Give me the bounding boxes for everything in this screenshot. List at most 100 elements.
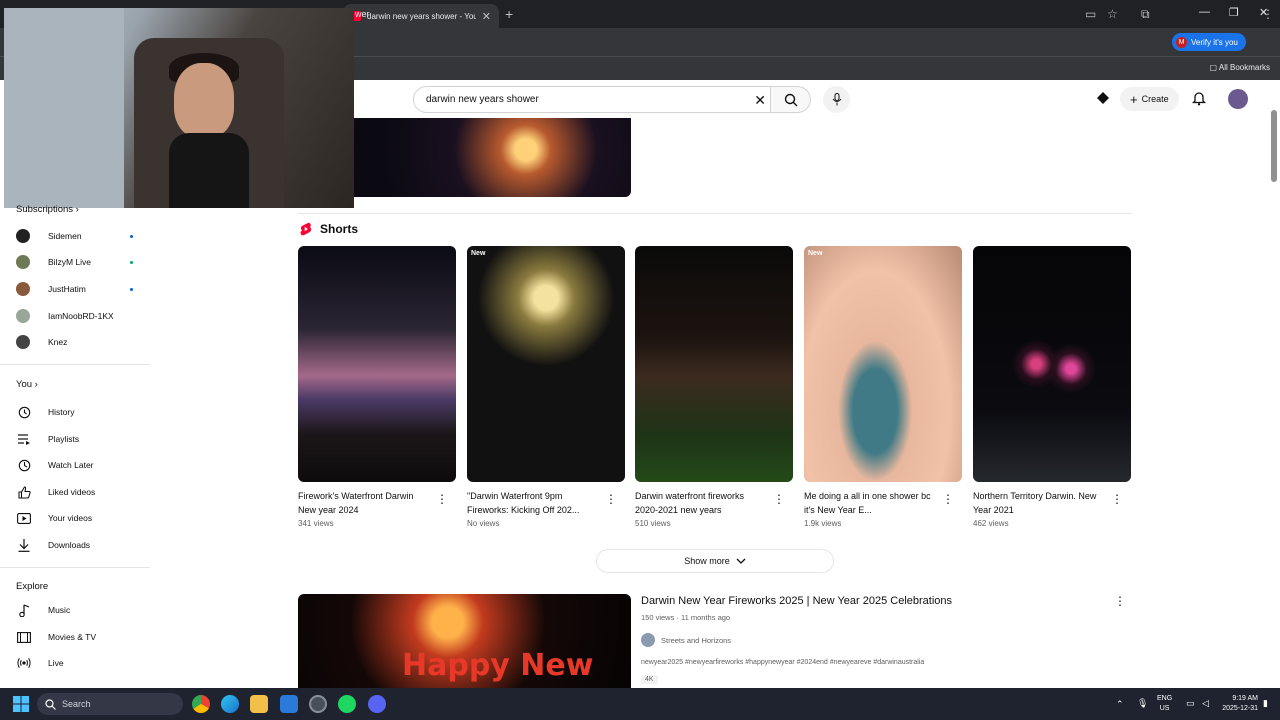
sidebar: Subscriptions › Sidemen BilzyM Live Just…: [0, 204, 150, 688]
more-options-icon[interactable]: ⋮: [1111, 492, 1123, 506]
spotify-app-icon[interactable]: [338, 695, 356, 713]
new-tab-icon[interactable]: +: [505, 6, 513, 22]
sidebar-channel-justhatim[interactable]: JustHatim: [16, 279, 141, 299]
short-title[interactable]: Firework's Waterfront Darwin New year 20…: [298, 489, 430, 517]
discord-app-icon[interactable]: [368, 695, 386, 713]
short-card[interactable]: New Me doing a all in one shower bc it's…: [804, 246, 962, 528]
short-thumbnail[interactable]: [635, 246, 793, 482]
search-button[interactable]: [771, 86, 811, 113]
more-options-icon[interactable]: ⋮: [942, 492, 954, 506]
taskbar-search[interactable]: Search: [37, 693, 183, 715]
windows-taskbar: Search ⌃ 🎙 ENG US ▭ ◁ 9:19 AM 2025-12-31…: [0, 688, 1280, 720]
video-channel[interactable]: Streets and Horizons: [641, 633, 731, 647]
video-thumbnail-previous[interactable]: [354, 118, 631, 197]
short-card[interactable]: Firework's Waterfront Darwin New year 20…: [298, 246, 456, 528]
all-bookmarks-link[interactable]: ▢ All Bookmarks: [1210, 63, 1270, 72]
film-icon: [16, 629, 32, 645]
verify-label: Verify it's you: [1191, 37, 1238, 47]
voice-search-button[interactable]: [823, 86, 850, 113]
sidebar-channel-sidemen[interactable]: Sidemen: [16, 226, 141, 246]
language-indicator[interactable]: ENG US: [1157, 694, 1172, 714]
more-options-icon[interactable]: ⋮: [1114, 594, 1126, 608]
you-heading[interactable]: You ›: [16, 379, 38, 390]
sidebar-item-your-videos[interactable]: Your videos: [16, 508, 141, 528]
channel-avatar: [16, 309, 30, 323]
short-thumbnail[interactable]: [298, 246, 456, 482]
edge-app-icon[interactable]: [221, 695, 239, 713]
verify-button[interactable]: M Verify it's you: [1172, 33, 1246, 51]
shorts-heading: Shorts: [300, 222, 358, 236]
short-thumbnail[interactable]: New: [804, 246, 962, 482]
notifications-bell-icon[interactable]: [1191, 91, 1207, 111]
bookmark-star-icon[interactable]: ☆: [1107, 7, 1118, 21]
extensions-icon[interactable]: ⧉: [1141, 7, 1150, 22]
video-thumbnail[interactable]: Happy New: [298, 594, 631, 688]
short-title[interactable]: Northern Territory Darwin. New Year 2021: [973, 489, 1105, 517]
short-card[interactable]: Northern Territory Darwin. New Year 2021…: [973, 246, 1131, 528]
calculator-app-icon[interactable]: [280, 695, 298, 713]
short-views: 462 views: [973, 519, 1009, 528]
sidebar-channel-bilzym[interactable]: BilzyM Live: [16, 252, 141, 272]
tray-microphone-icon[interactable]: 🎙: [1137, 698, 1148, 708]
plus-icon: +: [1130, 91, 1138, 107]
sidebar-item-history[interactable]: History: [16, 402, 141, 422]
sidebar-item-movies-tv[interactable]: Movies & TV: [16, 627, 141, 647]
microphone-icon: [832, 93, 841, 106]
restore-icon[interactable]: ❐: [1229, 6, 1239, 19]
network-icon[interactable]: ▭: [1186, 698, 1195, 708]
short-thumbnail[interactable]: [973, 246, 1131, 482]
short-card[interactable]: Darwin waterfront fireworks 2020-2021 ne…: [635, 246, 793, 528]
sidebar-item-downloads[interactable]: Downloads: [16, 535, 141, 555]
sidebar-channel-knez[interactable]: Knez: [16, 332, 141, 352]
shorts-logo-icon: [300, 222, 312, 236]
create-button[interactable]: + Create: [1120, 87, 1179, 111]
chrome-app-icon[interactable]: [192, 695, 210, 713]
more-options-icon[interactable]: ⋮: [605, 492, 617, 506]
scrollbar-thumb[interactable]: [1271, 110, 1277, 182]
short-thumbnail[interactable]: New: [467, 246, 625, 482]
sidebar-item-playlists[interactable]: Playlists: [16, 429, 141, 449]
video-title[interactable]: Darwin New Year Fireworks 2025 | New Yea…: [641, 595, 952, 607]
browser-menu-icon[interactable]: ⋮: [1262, 7, 1274, 21]
short-title[interactable]: Darwin waterfront fireworks 2020-2021 ne…: [635, 489, 767, 517]
subscriptions-heading[interactable]: Subscriptions ›: [16, 204, 79, 215]
short-card[interactable]: New "Darwin Waterfront 9pm Fireworks: Ki…: [467, 246, 625, 528]
notification-center-icon[interactable]: ▮: [1263, 698, 1268, 708]
account-avatar[interactable]: [1228, 89, 1248, 109]
show-more-button[interactable]: Show more: [596, 549, 834, 573]
page-scrollbar[interactable]: [1268, 80, 1280, 688]
subscriptions-heading-label: Subscriptions: [16, 204, 74, 215]
short-title[interactable]: Me doing a all in one shower bc it's New…: [804, 489, 936, 517]
sidebar-channel-iamnoobrd[interactable]: IamNoobRD-1KX: [16, 306, 141, 326]
sidebar-item-label: Liked videos: [48, 487, 96, 497]
tray-chevron-icon[interactable]: ⌃: [1116, 699, 1124, 709]
close-tab-icon[interactable]: ✕: [482, 10, 491, 23]
playlists-icon: [16, 431, 32, 447]
clear-search-icon[interactable]: ✕: [754, 92, 766, 109]
youtube-studio-icon[interactable]: [1096, 91, 1110, 110]
channel-avatar: [16, 282, 30, 296]
search-value: darwin new years shower: [426, 94, 539, 105]
sidebar-item-watch-later[interactable]: Watch Later: [16, 455, 141, 475]
more-options-icon[interactable]: ⋮: [436, 492, 448, 506]
obs-app-icon[interactable]: [309, 695, 327, 713]
region-code: US: [1159, 705, 1170, 712]
channel-avatar: [16, 255, 30, 269]
volume-icon[interactable]: ◁: [1202, 698, 1209, 708]
file-explorer-icon[interactable]: [250, 695, 268, 713]
video-meta: 150 views · 11 months ago: [641, 613, 731, 622]
more-options-icon[interactable]: ⋮: [773, 492, 785, 506]
short-title[interactable]: "Darwin Waterfront 9pm Fireworks: Kickin…: [467, 489, 599, 517]
clock[interactable]: 9:19 AM 2025-12-31: [1222, 694, 1258, 714]
sidebar-item-live[interactable]: Live: [16, 653, 141, 673]
sidebar-item-music[interactable]: Music: [16, 600, 141, 620]
thumbnail-text: Happy New: [402, 648, 594, 683]
clock-time: 9:19 AM: [1232, 695, 1258, 702]
search-input[interactable]: darwin new years shower ✕: [413, 86, 771, 113]
install-app-icon[interactable]: ▭: [1085, 7, 1096, 21]
sidebar-item-label: Watch Later: [48, 460, 94, 470]
minimize-icon[interactable]: —: [1199, 6, 1210, 18]
address-bar-text[interactable]: wer: [355, 9, 370, 19]
windows-start-icon[interactable]: [13, 696, 29, 712]
sidebar-item-liked-videos[interactable]: Liked videos: [16, 482, 141, 502]
